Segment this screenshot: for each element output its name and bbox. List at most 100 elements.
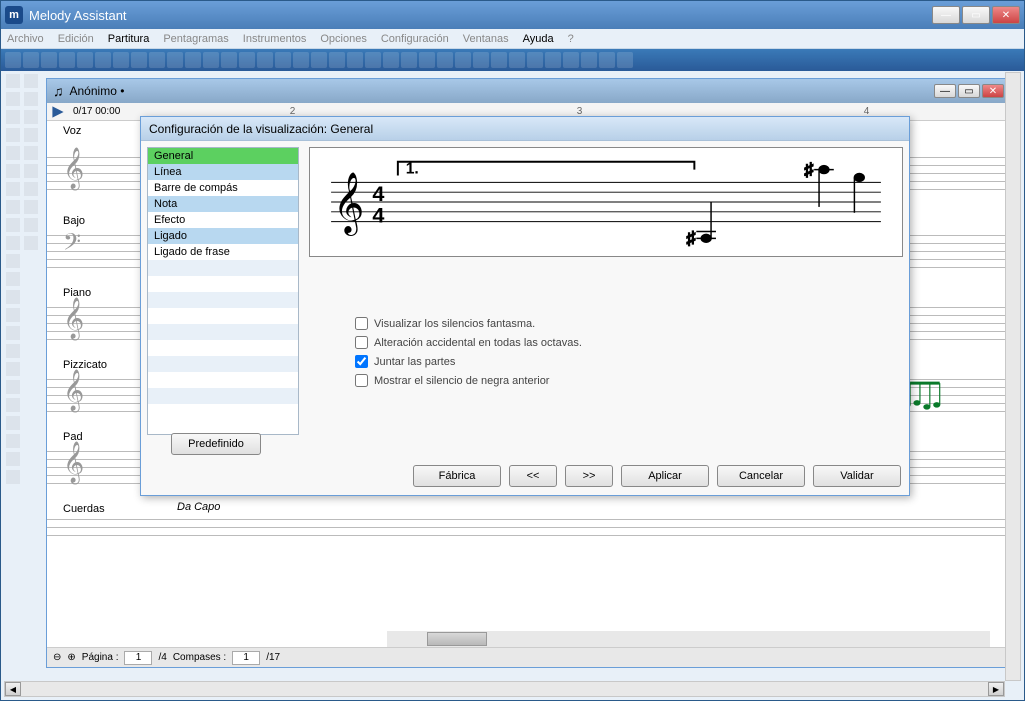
option-accidental-octaves[interactable]: Alteración accidental en todas las octav… [355, 336, 903, 349]
tool-button[interactable] [6, 128, 20, 142]
tool-button[interactable] [24, 110, 38, 124]
menu-partitura[interactable]: Partitura [108, 33, 150, 45]
toolbar-button[interactable] [365, 52, 381, 68]
tool-button[interactable] [6, 164, 20, 178]
toolbar-button[interactable] [239, 52, 255, 68]
checkbox-show-prev-rest[interactable] [355, 374, 368, 387]
tool-button[interactable] [6, 398, 20, 412]
toolbar-button[interactable] [563, 52, 579, 68]
category-item-ligado-frase[interactable]: Ligado de frase [148, 244, 298, 260]
tool-button[interactable] [6, 200, 20, 214]
play-button-icon[interactable] [51, 105, 65, 119]
tool-button[interactable] [24, 200, 38, 214]
prev-button[interactable]: << [509, 465, 557, 487]
tool-button[interactable] [24, 164, 38, 178]
toolbar-button[interactable] [203, 52, 219, 68]
category-item-efecto[interactable]: Efecto [148, 212, 298, 228]
tool-button[interactable] [6, 254, 20, 268]
toolbar-button[interactable] [77, 52, 93, 68]
option-ghost-rests[interactable]: Visualizar los silencios fantasma. [355, 317, 903, 330]
toolbar-button[interactable] [491, 52, 507, 68]
compases-input[interactable] [232, 651, 260, 665]
menu-archivo[interactable]: Archivo [7, 33, 44, 45]
doc-close-button[interactable]: ✕ [982, 84, 1004, 98]
toolbar-button[interactable] [383, 52, 399, 68]
pagina-input[interactable] [124, 651, 152, 665]
toolbar-button[interactable] [257, 52, 273, 68]
tool-button[interactable] [6, 362, 20, 376]
toolbar-button[interactable] [455, 52, 471, 68]
tool-button[interactable] [6, 272, 20, 286]
category-item-ligado[interactable]: Ligado [148, 228, 298, 244]
toolbar-button[interactable] [59, 52, 75, 68]
tool-button[interactable] [6, 308, 20, 322]
zoom-out-icon[interactable]: ⊖ [53, 652, 61, 663]
toolbar-button[interactable] [617, 52, 633, 68]
toolbar-button[interactable] [293, 52, 309, 68]
option-join-parts[interactable]: Juntar las partes [355, 355, 903, 368]
toolbar-button[interactable] [311, 52, 327, 68]
tool-button[interactable] [6, 74, 20, 88]
doc-maximize-button[interactable]: ▭ [958, 84, 980, 98]
checkbox-join-parts[interactable] [355, 355, 368, 368]
tool-button[interactable] [6, 110, 20, 124]
doc-horizontal-scrollbar[interactable] [387, 631, 990, 647]
menu-ayuda[interactable]: Ayuda [523, 33, 554, 45]
toolbar-button[interactable] [185, 52, 201, 68]
toolbar-button[interactable] [545, 52, 561, 68]
factory-button[interactable]: Fábrica [413, 465, 501, 487]
checkbox-ghost-rests[interactable] [355, 317, 368, 330]
toolbar-button[interactable] [41, 52, 57, 68]
zoom-in-icon[interactable]: ⊕ [67, 652, 75, 663]
tool-button[interactable] [24, 128, 38, 142]
toolbar-button[interactable] [527, 52, 543, 68]
toolbar-button[interactable] [5, 52, 21, 68]
minimize-button[interactable]: — [932, 6, 960, 24]
tool-button[interactable] [6, 434, 20, 448]
tool-button[interactable] [24, 182, 38, 196]
maximize-button[interactable]: ▭ [962, 6, 990, 24]
category-item-general[interactable]: General [148, 148, 298, 164]
menu-configuracion[interactable]: Configuración [381, 33, 449, 45]
cancel-button[interactable]: Cancelar [717, 465, 805, 487]
tool-button[interactable] [6, 182, 20, 196]
menu-edicion[interactable]: Edición [58, 33, 94, 45]
scrollbar-thumb[interactable] [427, 632, 487, 646]
menu-pentagramas[interactable]: Pentagramas [163, 33, 228, 45]
checkbox-accidental-octaves[interactable] [355, 336, 368, 349]
next-button[interactable]: >> [565, 465, 613, 487]
menu-ventanas[interactable]: Ventanas [463, 33, 509, 45]
tool-button[interactable] [6, 92, 20, 106]
toolbar-button[interactable] [131, 52, 147, 68]
tool-button[interactable] [6, 218, 20, 232]
tool-button[interactable] [6, 470, 20, 484]
validate-button[interactable]: Validar [813, 465, 901, 487]
category-list[interactable]: General Línea Barre de compás Nota Efect… [147, 147, 299, 435]
main-vertical-scrollbar[interactable] [1005, 72, 1021, 681]
toolbar-button[interactable] [401, 52, 417, 68]
apply-button[interactable]: Aplicar [621, 465, 709, 487]
toolbar-button[interactable] [473, 52, 489, 68]
tool-button[interactable] [6, 146, 20, 160]
category-item-nota[interactable]: Nota [148, 196, 298, 212]
category-item-linea[interactable]: Línea [148, 164, 298, 180]
menu-help-question[interactable]: ? [568, 33, 574, 45]
toolbar-button[interactable] [599, 52, 615, 68]
scroll-left-icon[interactable]: ◀ [5, 682, 21, 696]
toolbar-button[interactable] [437, 52, 453, 68]
menu-opciones[interactable]: Opciones [320, 33, 366, 45]
category-item-barre[interactable]: Barre de compás [148, 180, 298, 196]
doc-minimize-button[interactable]: — [934, 84, 956, 98]
close-button[interactable]: ✕ [992, 6, 1020, 24]
toolbar-button[interactable] [167, 52, 183, 68]
toolbar-button[interactable] [113, 52, 129, 68]
toolbar-button[interactable] [95, 52, 111, 68]
tool-button[interactable] [6, 380, 20, 394]
main-horizontal-scrollbar[interactable]: ◀ ▶ [4, 681, 1005, 697]
tool-button[interactable] [24, 146, 38, 160]
toolbar-button[interactable] [275, 52, 291, 68]
tool-button[interactable] [24, 236, 38, 250]
toolbar-button[interactable] [23, 52, 39, 68]
tool-button[interactable] [24, 218, 38, 232]
toolbar-button[interactable] [419, 52, 435, 68]
